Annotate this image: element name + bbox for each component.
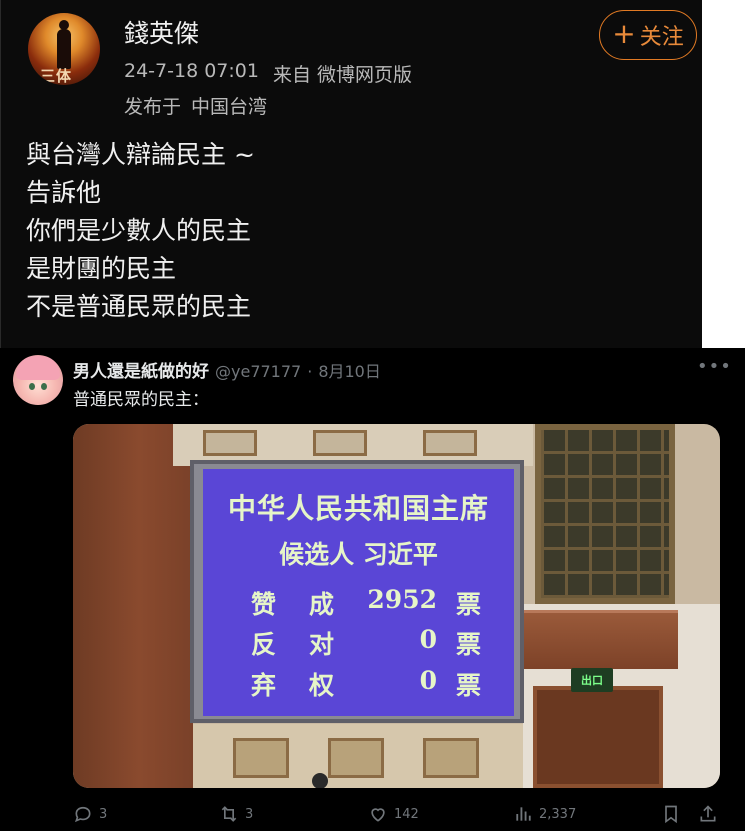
weibo-content-line: 不是普通民眾的民主: [26, 292, 252, 321]
row-unit: 票: [455, 671, 481, 700]
post-image[interactable]: 出口 中华人民共和国主席 候选人 习近平 赞 成 2952 票 反 对 0 票: [73, 424, 720, 788]
repost-icon: [221, 806, 237, 822]
avatar-eye: [29, 383, 35, 390]
bookmark-button[interactable]: [661, 804, 681, 824]
follow-button[interactable]: + 关注: [599, 10, 697, 60]
wall-panel: [313, 430, 367, 456]
weibo-content-line: 告訴他: [26, 178, 102, 207]
weibo-content-line: 你們是少數人的民主: [26, 216, 252, 245]
reply-count: 3: [99, 806, 108, 822]
row-unit: 票: [455, 630, 481, 659]
avatar-hair: [16, 356, 60, 380]
share-icon: [700, 805, 716, 822]
weibo-location-label: 发布于: [124, 96, 182, 118]
reply-button[interactable]: 3: [73, 804, 107, 824]
weibo-post: 三体 錢英傑 24-7-18 07:01 来自 微博网页版 发布于 中国台湾 +…: [0, 0, 702, 348]
views-icon: [516, 807, 531, 821]
x-avatar[interactable]: [13, 355, 63, 405]
vote-board: 中华人民共和国主席 候选人 习近平 赞 成 2952 票 反 对 0 票 弃 权…: [203, 469, 514, 716]
weibo-location: 发布于 中国台湾: [124, 92, 267, 119]
wall-panel: [423, 738, 479, 778]
x-separator: ·: [307, 362, 313, 381]
x-date[interactable]: 8月10日: [318, 358, 381, 382]
repost-count: 3: [245, 806, 254, 822]
more-horizontal-icon[interactable]: •••: [697, 356, 732, 377]
wall-panel: [328, 738, 384, 778]
like-button[interactable]: 142: [368, 804, 419, 824]
board-row-abstain: 弃 权 0 票: [251, 666, 481, 700]
repost-button[interactable]: 3: [219, 804, 253, 824]
row-label: 赞: [251, 590, 277, 619]
person-head: [312, 773, 328, 788]
x-post-header: 男人還是紙做的好 @ye77177 · 8月10日: [73, 357, 381, 382]
plus-icon: +: [612, 17, 636, 50]
board-row-oppose: 反 对 0 票: [251, 625, 481, 659]
door: [533, 686, 663, 788]
weibo-timestamp[interactable]: 24-7-18 07:01: [124, 60, 259, 87]
view-count: 2,337: [539, 806, 577, 822]
weibo-meta: 24-7-18 07:01 来自 微博网页版: [124, 60, 412, 87]
row-label: 反: [251, 630, 277, 659]
views-button[interactable]: 2,337: [513, 804, 576, 824]
weibo-content-line: 與台灣人辯論民主 ~: [26, 140, 255, 169]
exit-sign: 出口: [571, 668, 613, 692]
weibo-location-value: 中国台湾: [191, 96, 268, 118]
row-label: 权: [309, 671, 335, 700]
weibo-source: 来自 微博网页版: [272, 64, 412, 86]
wall-panel: [203, 430, 257, 456]
board-candidate: 候选人 习近平: [279, 540, 438, 569]
weibo-user-name[interactable]: 錢英傑: [124, 14, 199, 50]
balcony: [523, 610, 678, 669]
action-bar: 3 3 142 2,337: [73, 804, 723, 828]
lower-wall: [193, 724, 523, 788]
avatar-eye: [41, 383, 47, 390]
row-label: 弃: [251, 671, 277, 700]
board-title: 中华人民共和国主席: [227, 492, 489, 525]
wall-panel: [423, 430, 477, 456]
wall-panel: [233, 738, 289, 778]
reply-icon: [74, 806, 91, 823]
bookmark-icon: [665, 805, 677, 824]
wood-wall: [73, 424, 193, 788]
share-button[interactable]: [698, 804, 718, 824]
follow-label: 关注: [639, 25, 684, 50]
x-handle[interactable]: @ye77177: [215, 362, 301, 381]
row-value: 0: [419, 666, 437, 695]
x-post-text: 普通民眾的民主：: [73, 390, 209, 410]
row-unit: 票: [455, 590, 481, 619]
row-value: 2952: [367, 585, 437, 614]
weibo-content-line: 是財團的民主: [26, 254, 177, 283]
avatar-figure: [57, 20, 71, 69]
weibo-content: 與台灣人辯論民主 ~ 告訴他 你們是少數人的民主 是財團的民主 不是普通民眾的民…: [26, 136, 255, 326]
row-value: 0: [419, 625, 437, 654]
row-label: 对: [309, 630, 335, 659]
avatar-text: 三体: [40, 67, 73, 85]
lattice-window: [535, 424, 675, 604]
row-label: 成: [309, 590, 335, 619]
heart-icon: [371, 808, 385, 822]
board-row-approve: 赞 成 2952 票: [251, 585, 481, 619]
like-count: 142: [394, 806, 419, 822]
weibo-avatar[interactable]: 三体: [28, 13, 100, 85]
x-display-name[interactable]: 男人還是紙做的好: [73, 357, 209, 382]
x-post: 男人還是紙做的好 @ye77177 · 8月10日 ••• 普通民眾的民主： 出…: [0, 348, 745, 831]
